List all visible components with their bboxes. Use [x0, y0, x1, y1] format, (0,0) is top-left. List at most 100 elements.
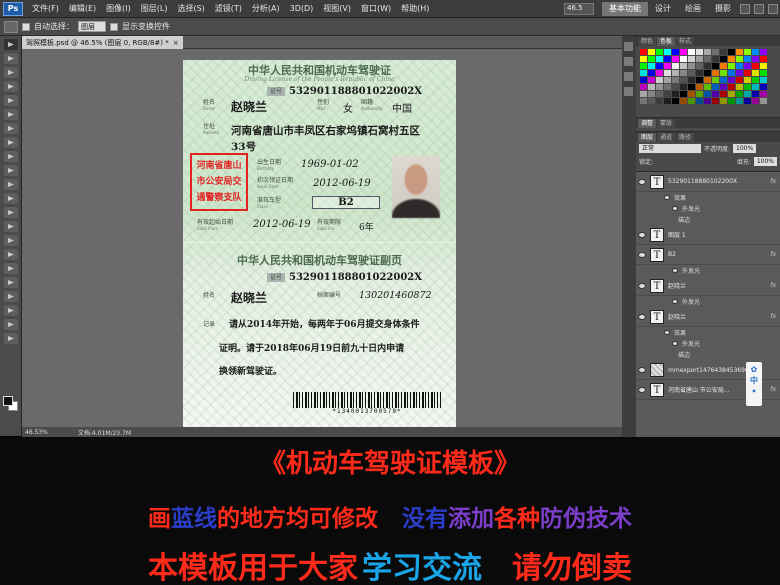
- color-swatch[interactable]: [728, 77, 735, 83]
- color-swatch[interactable]: [640, 56, 647, 62]
- color-swatch[interactable]: [744, 63, 751, 69]
- color-swatch[interactable]: [752, 63, 759, 69]
- color-swatch[interactable]: [696, 84, 703, 90]
- color-swatch[interactable]: [736, 70, 743, 76]
- color-swatch[interactable]: [728, 84, 735, 90]
- eye-icon[interactable]: [664, 330, 670, 335]
- close-icon[interactable]: [768, 3, 778, 14]
- menu-select[interactable]: 选择(S): [172, 3, 209, 14]
- menu-filter[interactable]: 滤镜(T): [210, 3, 247, 14]
- color-swatch[interactable]: [752, 56, 759, 62]
- color-swatch[interactable]: [664, 56, 671, 62]
- color-swatch[interactable]: [664, 91, 671, 97]
- color-swatch[interactable]: [664, 70, 671, 76]
- color-swatch[interactable]: [712, 77, 719, 83]
- fx-icon[interactable]: fx: [770, 386, 776, 393]
- color-swatch[interactable]: [736, 49, 743, 55]
- color-swatch[interactable]: [640, 84, 647, 90]
- tab-paths[interactable]: 路径: [676, 133, 695, 142]
- document-canvas-area[interactable]: 中华人民共和国机动车驾驶证 Driving License of the Peo…: [22, 49, 622, 427]
- color-swatch[interactable]: [648, 98, 655, 104]
- color-swatch[interactable]: [720, 56, 727, 62]
- color-swatch[interactable]: [696, 91, 703, 97]
- menu-help[interactable]: 帮助(H): [396, 3, 434, 14]
- color-swatch[interactable]: [736, 56, 743, 62]
- menu-edit[interactable]: 编辑(E): [64, 3, 101, 14]
- color-swatch[interactable]: [664, 77, 671, 83]
- color-swatch[interactable]: [704, 63, 711, 69]
- color-swatch[interactable]: [704, 98, 711, 104]
- color-swatch[interactable]: [672, 98, 679, 104]
- color-swatch[interactable]: [672, 49, 679, 55]
- menu-window[interactable]: 窗口(W): [356, 3, 396, 14]
- fx-icon[interactable]: fx: [770, 313, 776, 320]
- color-swatch[interactable]: [688, 70, 695, 76]
- color-swatch[interactable]: [720, 77, 727, 83]
- color-swatch[interactable]: [664, 63, 671, 69]
- color-swatch[interactable]: [672, 91, 679, 97]
- close-tab-icon[interactable]: ×: [173, 39, 179, 47]
- color-swatch[interactable]: [760, 56, 767, 62]
- color-swatch[interactable]: [712, 49, 719, 55]
- move-tool-icon[interactable]: [4, 39, 18, 50]
- driving-license-image[interactable]: 中华人民共和国机动车驾驶证 Driving License of the Peo…: [183, 60, 456, 427]
- color-swatch[interactable]: [672, 56, 679, 62]
- eye-icon[interactable]: [638, 313, 646, 320]
- layer-effect-row[interactable]: 外发光: [636, 296, 780, 307]
- color-swatch[interactable]: [648, 70, 655, 76]
- fx-icon[interactable]: fx: [770, 178, 776, 185]
- color-swatch[interactable]: [648, 91, 655, 97]
- color-swatch[interactable]: [736, 98, 743, 104]
- layer-row[interactable]: T 赵晓兰 fx: [636, 276, 780, 296]
- color-swatch[interactable]: [664, 84, 671, 90]
- history-brush-tool-icon[interactable]: [4, 165, 18, 176]
- layer-effects-row[interactable]: 效果: [636, 192, 780, 203]
- color-swatch[interactable]: [680, 63, 687, 69]
- color-swatch[interactable]: [736, 84, 743, 90]
- color-swatch[interactable]: [728, 91, 735, 97]
- color-swatch[interactable]: [736, 63, 743, 69]
- gradient-tool-icon[interactable]: [4, 193, 18, 204]
- history-panel-icon[interactable]: [624, 42, 633, 51]
- color-swatch[interactable]: [744, 84, 751, 90]
- color-swatch[interactable]: [680, 98, 687, 104]
- color-swatch[interactable]: [680, 56, 687, 62]
- color-swatch[interactable]: [680, 49, 687, 55]
- color-swatch[interactable]: [664, 98, 671, 104]
- color-swatch[interactable]: [688, 56, 695, 62]
- color-swatch[interactable]: [680, 70, 687, 76]
- menu-file[interactable]: 文件(F): [27, 3, 64, 14]
- eye-icon[interactable]: [672, 268, 678, 273]
- color-swatch[interactable]: [760, 63, 767, 69]
- color-swatch[interactable]: [688, 63, 695, 69]
- layer-effects-row[interactable]: 效果: [636, 327, 780, 338]
- color-swatch[interactable]: [752, 77, 759, 83]
- path-select-tool-icon[interactable]: [4, 263, 18, 274]
- layer-row[interactable]: T 53290118880102200X fx: [636, 172, 780, 192]
- color-swatch[interactable]: [752, 98, 759, 104]
- eye-icon[interactable]: [638, 178, 646, 185]
- color-swatch[interactable]: [744, 49, 751, 55]
- menu-layer[interactable]: 图层(L): [136, 3, 173, 14]
- zoom-tool-icon[interactable]: [4, 333, 18, 344]
- type-tool-icon[interactable]: [4, 249, 18, 260]
- tab-adjustments[interactable]: 调整: [638, 119, 657, 128]
- healing-brush-tool-icon[interactable]: [4, 123, 18, 134]
- color-swatch[interactable]: [752, 70, 759, 76]
- workspace-photography[interactable]: 摄影: [708, 3, 738, 14]
- color-swatch[interactable]: [712, 91, 719, 97]
- color-swatch[interactable]: [752, 84, 759, 90]
- color-swatch[interactable]: [672, 84, 679, 90]
- color-swatch[interactable]: [680, 84, 687, 90]
- color-swatch[interactable]: [760, 77, 767, 83]
- shape-tool-icon[interactable]: [4, 277, 18, 288]
- fill-field[interactable]: 100%: [753, 157, 777, 166]
- color-swatch[interactable]: [744, 91, 751, 97]
- color-swatch[interactable]: [656, 56, 663, 62]
- color-swatch[interactable]: [640, 98, 647, 104]
- color-swatch[interactable]: [696, 56, 703, 62]
- eye-icon[interactable]: [672, 206, 678, 211]
- color-swatch[interactable]: [704, 77, 711, 83]
- blur-tool-icon[interactable]: [4, 207, 18, 218]
- crop-tool-icon[interactable]: [4, 95, 18, 106]
